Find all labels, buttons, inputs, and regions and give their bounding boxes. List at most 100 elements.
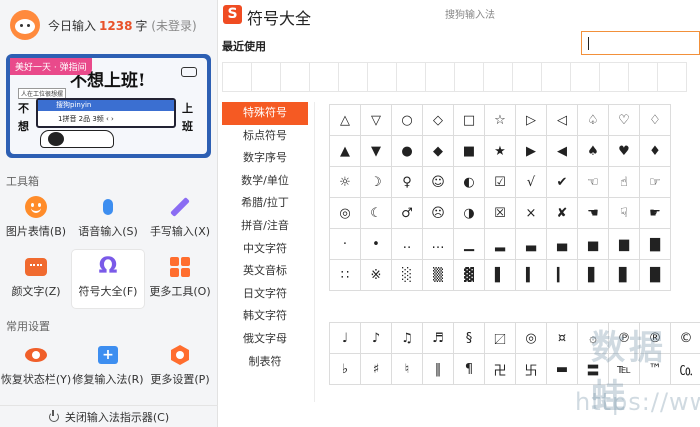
symbol-cell[interactable]: ▁ [453,228,485,260]
symbol-cell[interactable]: ☒ [484,197,516,229]
symbol-cell[interactable]: ◎ [329,197,361,229]
symbol-cell[interactable]: ▆ [608,228,640,260]
symbol-cell[interactable]: ▼ [360,135,392,167]
symbol-cell[interactable]: ☹ [422,197,454,229]
symbol-cell[interactable]: ♫ [391,322,423,354]
handwriting-input-button[interactable]: 手写输入(X) [144,190,216,248]
symbol-cell[interactable]: ♪ [360,322,392,354]
category-item[interactable]: 标点符号 [222,125,308,148]
symbol-cell[interactable]: ∷ [329,259,361,291]
symbol-cell[interactable]: ™ [639,353,671,385]
recent-symbol-slot[interactable] [657,62,687,92]
symbol-cell[interactable]: ▒ [422,259,454,291]
symbol-cell[interactable]: ♯ [360,353,392,385]
recent-symbol-slot[interactable] [483,62,513,92]
recent-symbol-slot[interactable] [367,62,397,92]
avatar-icon[interactable] [10,10,40,40]
symbol-cell[interactable]: ▓ [453,259,485,291]
more-settings-button[interactable]: 更多设置(P) [144,338,216,396]
symbol-cell[interactable]: ‥ [391,228,423,260]
symbol-cell[interactable]: 卍 [484,353,516,385]
symbol-cell[interactable]: ▎ [546,259,578,291]
promo-banner[interactable]: 美好一天 · 弹指间 不想上班! 人在工位很想摆 不 想 上 班 搜狗pinyi… [6,54,211,158]
symbol-cell[interactable]: ℗ [608,322,640,354]
symbol-cell[interactable]: □ [453,104,485,136]
symbol-cell[interactable]: ☞ [639,166,671,198]
repair-ime-button[interactable]: + 修复输入法(R) [72,338,144,396]
symbol-cell[interactable]: … [422,228,454,260]
symbol-cell[interactable]: ☑ [484,166,516,198]
symbol-cell[interactable]: ◀ [546,135,578,167]
symbol-cell[interactable]: ¶ [453,353,485,385]
symbol-cell[interactable]: ☆ [484,104,516,136]
symbol-cell[interactable]: ◇ [422,104,454,136]
symbol-cell[interactable]: ▶ [515,135,547,167]
symbol-cell[interactable]: ★ [484,135,516,167]
symbol-cell[interactable]: ㏇ [670,353,700,385]
recent-symbol-slot[interactable] [222,62,252,92]
symbol-cell[interactable]: █ [639,259,671,291]
recent-symbol-slot[interactable] [425,62,455,92]
symbol-cell[interactable]: ☽ [360,166,392,198]
category-item[interactable]: 希腊/拉丁 [222,192,308,215]
symbol-cell[interactable]: ‖ [422,353,454,385]
category-item[interactable]: 日文字符 [222,283,308,306]
recent-symbol-slot[interactable] [541,62,571,92]
close-indicator-button[interactable]: 关闭输入法指示器(C) [0,405,218,427]
symbol-cell[interactable]: ♮ [391,353,423,385]
symbol-cell[interactable]: ◐ [453,166,485,198]
recent-symbol-slot[interactable] [454,62,484,92]
picture-emoji-button[interactable]: 图片表情(B) [0,190,72,248]
symbol-cell[interactable]: ♡ [608,104,640,136]
more-tools-button[interactable]: 更多工具(O) [144,250,216,308]
category-item[interactable]: 俄文字母 [222,328,308,351]
symbol-cell[interactable]: ☝ [608,166,640,198]
category-item[interactable]: 拼音/注音 [222,215,308,238]
symbol-cell[interactable]: • [360,228,392,260]
symbol-cell[interactable]: ☜ [577,166,609,198]
symbol-cell[interactable]: ☟ [608,197,640,229]
symbol-cell[interactable]: ※ [360,259,392,291]
symbol-cell[interactable]: ● [391,135,423,167]
symbol-cell[interactable]: § [453,322,485,354]
recent-symbol-slot[interactable] [512,62,542,92]
symbol-cell[interactable]: ♩ [329,322,361,354]
recent-symbol-slot[interactable] [309,62,339,92]
symbol-cell[interactable]: ✔ [546,166,578,198]
category-item[interactable]: 特殊符号 [222,102,308,125]
recent-symbol-slot[interactable] [570,62,600,92]
symbol-cell[interactable]: ♤ [577,104,609,136]
symbol-cell[interactable]: ▃ [515,228,547,260]
category-item[interactable]: 韩文字符 [222,305,308,328]
symbol-cell[interactable]: ☛ [639,197,671,229]
symbol-cell[interactable]: ▂ [484,228,516,260]
symbol-cell[interactable]: ▊ [608,259,640,291]
symbol-cell[interactable]: ▄ [546,228,578,260]
recent-symbol-slot[interactable] [280,62,310,92]
symbol-cell[interactable]: ♢ [639,104,671,136]
symbol-cell[interactable]: 卐 [515,353,547,385]
symbol-cell[interactable]: ☚ [577,197,609,229]
symbol-cell[interactable]: ◑ [453,197,485,229]
symbol-cell[interactable]: ◆ [422,135,454,167]
symbol-cell[interactable]: ♠ [577,135,609,167]
symbol-cell[interactable]: ✘ [546,197,578,229]
recent-symbol-slot[interactable] [338,62,368,92]
symbol-cell[interactable]: ▍ [515,259,547,291]
category-item[interactable]: 数学/单位 [222,170,308,193]
symbol-cell[interactable]: ♀ [391,166,423,198]
symbol-cell[interactable]: ¤ [546,322,578,354]
symbol-cell[interactable]: © [670,322,700,354]
symbol-cell[interactable]: ☺ [422,166,454,198]
symbol-cell[interactable]: ☼ [329,166,361,198]
category-item[interactable]: 制表符 [222,351,308,374]
recent-symbol-slot[interactable] [251,62,281,92]
symbol-cell[interactable]: ♭ [329,353,361,385]
symbols-button[interactable]: Ω 符号大全(F) [72,250,144,308]
symbol-cell[interactable]: ♂ [391,197,423,229]
category-item[interactable]: 中文字符 [222,238,308,261]
symbol-cell[interactable]: ♥ [608,135,640,167]
voice-input-button[interactable]: 语音输入(S) [72,190,144,248]
symbol-cell[interactable]: ♬ [422,322,454,354]
symbol-cell[interactable]: ▬ [546,353,578,385]
